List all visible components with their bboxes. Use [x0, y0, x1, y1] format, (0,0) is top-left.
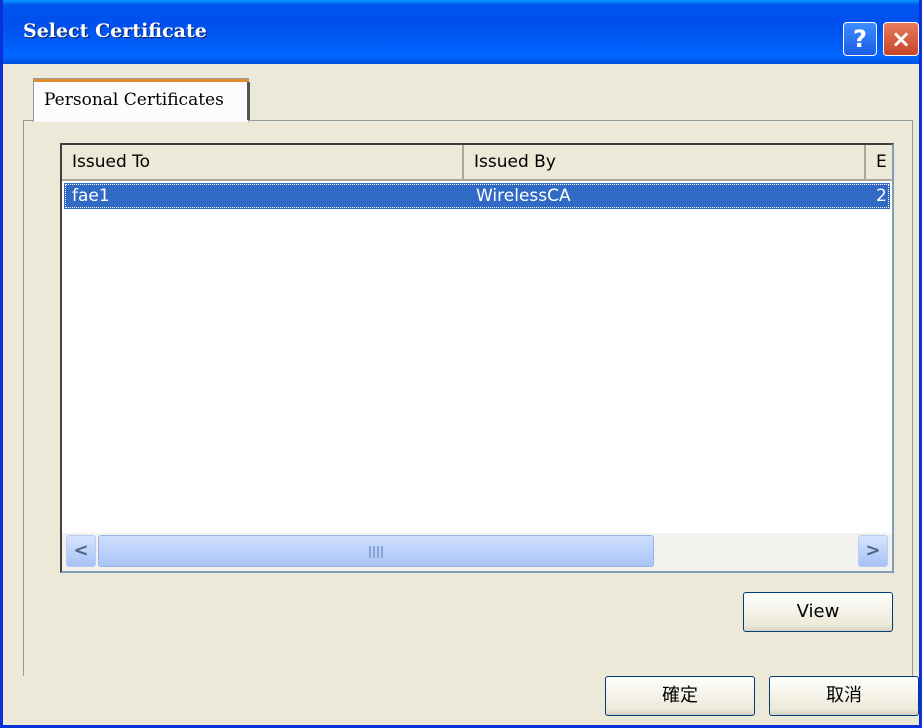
scroll-thumb[interactable] — [98, 535, 654, 567]
horizontal-scrollbar[interactable]: < > — [62, 533, 892, 571]
scroll-grip-icon — [369, 546, 383, 558]
ok-button[interactable]: 確定 — [605, 676, 755, 716]
view-button[interactable]: View — [743, 592, 893, 632]
tab-edge — [247, 82, 250, 120]
cell-issued-by: WirelessCA — [476, 186, 571, 206]
column-expiration[interactable]: E — [866, 145, 906, 179]
column-issued-to[interactable]: Issued To — [62, 145, 464, 179]
close-button[interactable]: × — [883, 22, 919, 56]
window-title: Select Certificate — [23, 20, 207, 42]
tab-personal-certificates[interactable]: Personal Certificates — [33, 78, 249, 122]
scroll-right-button[interactable]: > — [858, 535, 888, 567]
scroll-left-button[interactable]: < — [66, 535, 96, 567]
column-issued-by[interactable]: Issued By — [464, 145, 866, 179]
list-header: Issued To Issued By E — [62, 145, 892, 181]
title-bar[interactable]: Select Certificate ? × — [3, 0, 919, 64]
cell-issued-to: fae1 — [72, 186, 110, 206]
help-button[interactable]: ? — [843, 22, 877, 56]
certificate-list[interactable]: Issued To Issued By E fae1 WirelessCA 2 … — [60, 143, 894, 573]
list-row-selected[interactable]: fae1 WirelessCA 2 — [64, 183, 890, 209]
tab-label: Personal Certificates — [44, 90, 224, 110]
cell-expiration: 2 — [876, 186, 887, 206]
dialog-window: Select Certificate ? × Personal Certific… — [0, 0, 922, 728]
cancel-button[interactable]: 取消 — [769, 676, 919, 716]
